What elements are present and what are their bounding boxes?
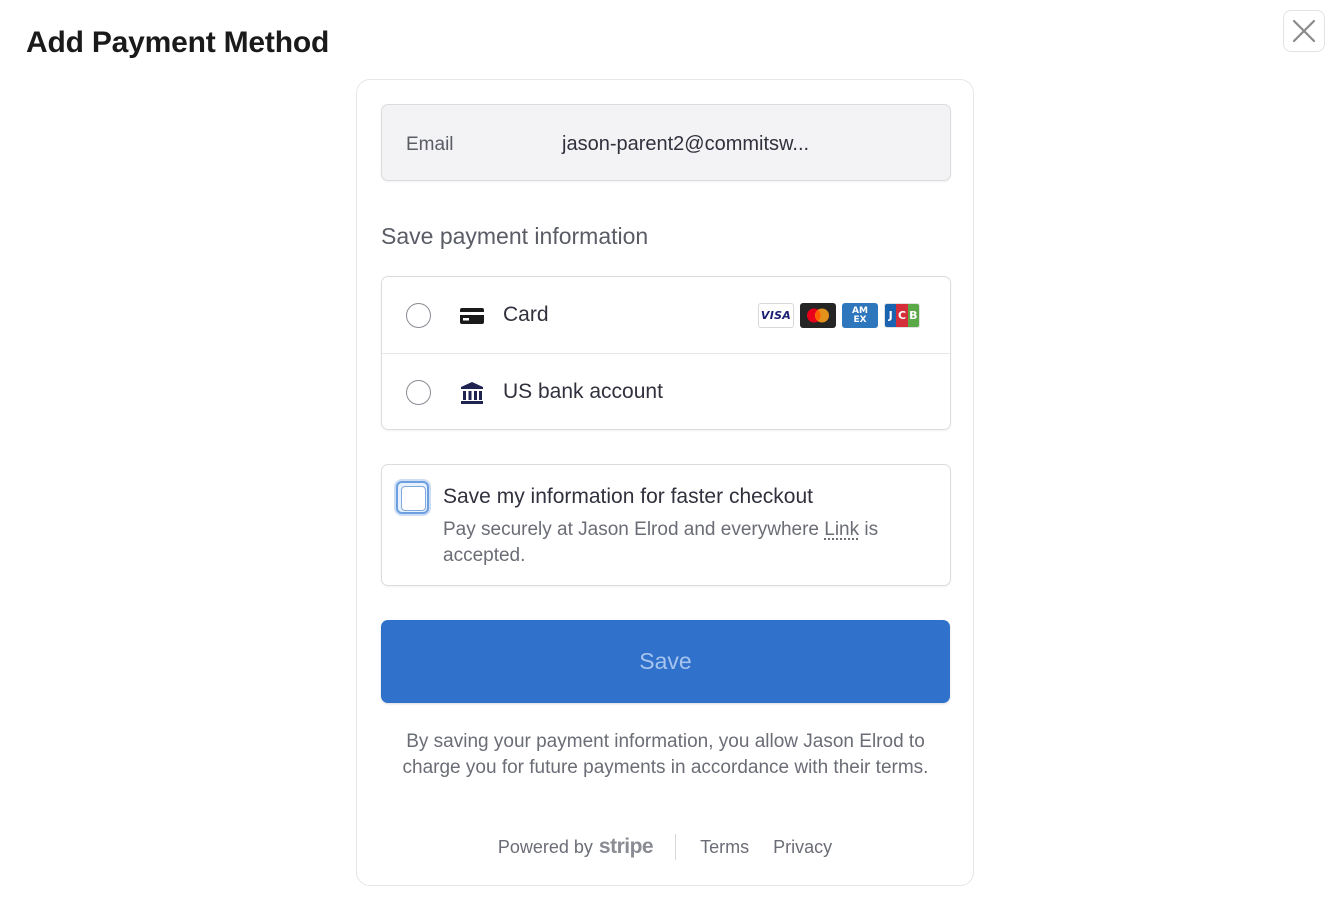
terms-link[interactable]: Terms bbox=[700, 837, 749, 858]
save-info-checkbox[interactable] bbox=[396, 481, 429, 514]
bank-icon bbox=[461, 382, 483, 404]
save-button[interactable]: Save bbox=[381, 620, 950, 703]
email-value: jason-parent2@commitsw... bbox=[562, 133, 810, 155]
bank-label: US bank account bbox=[503, 380, 663, 403]
card-brands: VISA AM EX J C B bbox=[758, 303, 920, 328]
disclaimer-text: By saving your payment information, you … bbox=[402, 731, 929, 778]
privacy-link[interactable]: Privacy bbox=[773, 837, 832, 858]
section-heading: Save payment information bbox=[381, 223, 649, 249]
card-icon bbox=[460, 308, 484, 324]
visa-icon: VISA bbox=[758, 303, 794, 328]
jcb-icon: J C B bbox=[884, 303, 920, 328]
footer: Powered by stripe Terms Privacy bbox=[357, 832, 973, 862]
payment-method-list: Card VISA AM EX J C B US bank account bbox=[381, 276, 951, 430]
email-label: Email bbox=[406, 134, 454, 155]
link-title: Save my information for faster checkout bbox=[443, 485, 813, 508]
powered-by[interactable]: Powered by stripe bbox=[497, 834, 677, 860]
powered-by-label: Powered by bbox=[497, 837, 593, 857]
close-button[interactable] bbox=[1283, 10, 1325, 52]
mastercard-icon bbox=[800, 303, 836, 328]
link-link[interactable]: Link bbox=[824, 519, 859, 540]
payment-panel: Email jason-parent2@commitsw... Save pay… bbox=[356, 79, 974, 886]
amex-icon: AM EX bbox=[842, 303, 878, 328]
payment-method-card[interactable]: Card VISA AM EX J C B bbox=[382, 277, 950, 354]
close-icon bbox=[1292, 19, 1316, 43]
email-field[interactable]: Email jason-parent2@commitsw... bbox=[381, 104, 951, 181]
link-save-option: Save my information for faster checkout … bbox=[381, 464, 951, 586]
stripe-logo: stripe bbox=[598, 835, 654, 858]
bank-radio[interactable] bbox=[406, 380, 431, 405]
link-description: Pay securely at Jason Elrod and everywhe… bbox=[443, 517, 933, 569]
card-radio[interactable] bbox=[406, 303, 431, 328]
payment-method-bank[interactable]: US bank account bbox=[382, 354, 950, 431]
link-desc-before: Pay securely at Jason Elrod and everywhe… bbox=[443, 519, 825, 540]
page-title: Add Payment Method bbox=[26, 26, 330, 59]
card-label: Card bbox=[503, 303, 549, 326]
